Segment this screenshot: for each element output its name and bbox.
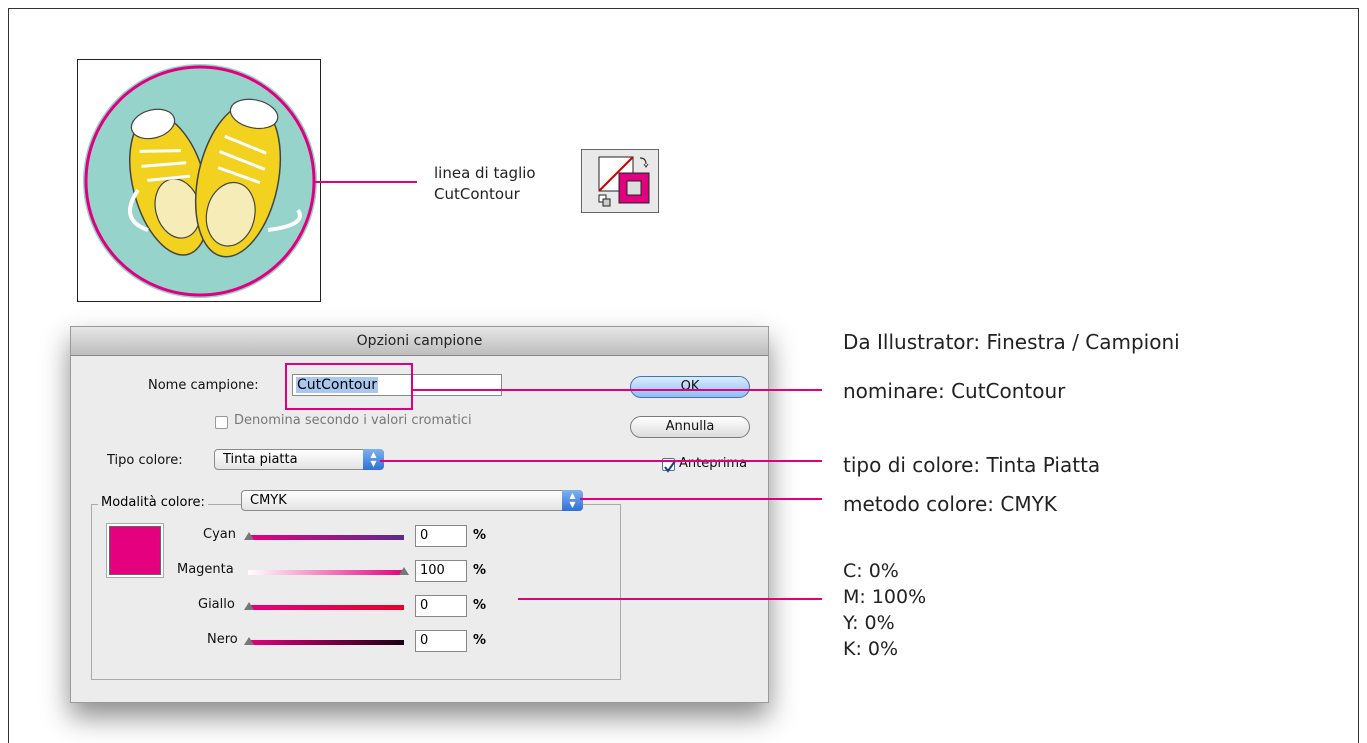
annotation-type: tipo di colore: Tinta Piatta: [843, 453, 1101, 477]
cyan-slider-thumb[interactable]: [244, 532, 254, 540]
name-label: Nome campione:: [148, 378, 259, 393]
fill-stroke-icon: [581, 149, 659, 213]
annotation-name: nominare: CutContour: [843, 379, 1066, 403]
color-mode-arrows-icon: ▲ ▼: [562, 490, 583, 511]
dialog-title: Opzioni campione: [71, 327, 768, 356]
color-preview-swatch: [109, 526, 161, 575]
preview-label: Anteprima: [679, 456, 748, 471]
magenta-label: Magenta: [177, 562, 234, 577]
yellow-input[interactable]: 0: [415, 595, 467, 617]
annotation-source: Da Illustrator: Finestra / Campioni: [843, 330, 1180, 354]
artwork-sticker: [77, 59, 321, 302]
ok-button[interactable]: OK: [630, 376, 750, 398]
color-type-select[interactable]: Tinta piatta ▲ ▼: [214, 449, 384, 470]
cutcontour-label: linea di taglio CutContour: [434, 163, 536, 205]
magenta-input[interactable]: 100: [415, 560, 467, 582]
cut-label-line1: linea di taglio: [434, 164, 536, 182]
cyan-label: Cyan: [203, 527, 236, 542]
color-type-value: Tinta piatta: [223, 452, 298, 467]
annotation-mode: metodo colore: CMYK: [843, 492, 1057, 516]
magenta-slider-thumb[interactable]: [399, 567, 409, 575]
black-percent: %: [473, 633, 487, 648]
annotation-k: K: 0%: [843, 638, 899, 660]
leader-type: [380, 460, 822, 462]
cyan-input[interactable]: 0: [415, 525, 467, 547]
name-by-value-label: Denomina secondo i valori cromatici: [234, 413, 472, 428]
annotation-c: C: 0%: [843, 560, 899, 582]
cut-label-line2: CutContour: [434, 185, 520, 203]
color-mode-label: Modalità colore:: [98, 495, 208, 510]
black-label: Nero: [207, 632, 238, 647]
swatch-options-dialog: Opzioni campione Nome campione: CutConto…: [70, 326, 769, 703]
name-by-value-checkbox[interactable]: [215, 416, 228, 429]
leader-mode: [580, 498, 822, 500]
magenta-percent: %: [473, 563, 487, 578]
sneakers-badge-image: [83, 64, 317, 298]
cyan-slider[interactable]: [244, 532, 404, 540]
yellow-percent: %: [473, 598, 487, 613]
magenta-slider[interactable]: [248, 567, 409, 575]
cyan-percent: %: [473, 528, 487, 543]
cut-line-pointer: [313, 181, 417, 183]
leader-name: [413, 389, 822, 391]
name-field-highlight: [285, 363, 413, 410]
yellow-label: Giallo: [198, 597, 235, 612]
cancel-button[interactable]: Annulla: [630, 416, 750, 438]
black-slider[interactable]: [244, 637, 404, 645]
black-slider-thumb[interactable]: [244, 637, 254, 645]
annotation-y: Y: 0%: [843, 612, 895, 634]
annotation-m: M: 100%: [843, 586, 927, 608]
color-mode-select[interactable]: CMYK ▲ ▼: [241, 490, 583, 511]
black-input[interactable]: 0: [415, 630, 467, 652]
yellow-slider[interactable]: [244, 602, 404, 610]
checkmark-icon: [664, 460, 676, 473]
color-mode-group: [91, 504, 621, 680]
yellow-slider-thumb[interactable]: [244, 602, 254, 610]
annotation-cmyk-values: C: 0% M: 100% Y: 0% K: 0%: [843, 558, 926, 662]
color-mode-value: CMYK: [250, 493, 287, 508]
leader-cmyk: [518, 598, 822, 600]
color-type-label: Tipo colore:: [107, 453, 183, 468]
